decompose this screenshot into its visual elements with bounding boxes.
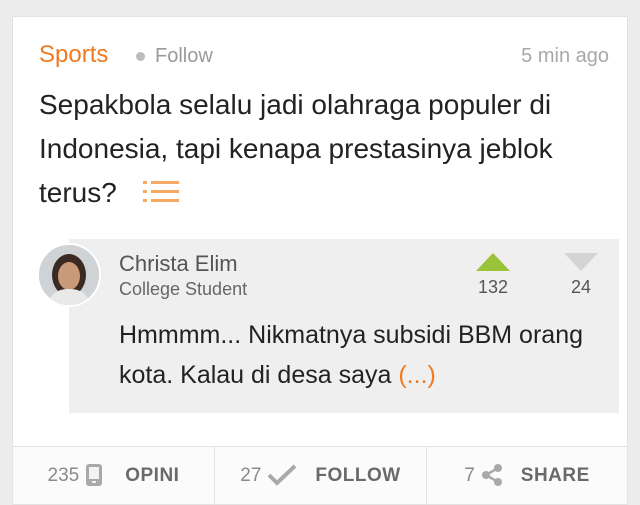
author-name[interactable]: Christa Elim <box>119 251 238 277</box>
upvote-count: 132 <box>477 277 509 297</box>
question-title[interactable]: Sepakbola selalu jadi olahraga populer d… <box>39 89 553 208</box>
phone-icon <box>85 463 107 489</box>
follow-category-link[interactable]: Follow <box>155 45 213 68</box>
checkmark-icon <box>267 463 297 489</box>
answer-preview[interactable]: Christa Elim College Student 132 24 Hmmm… <box>69 239 619 413</box>
downvote-count: 24 <box>570 277 592 297</box>
author-avatar[interactable] <box>37 243 101 307</box>
read-more-link[interactable]: (...) <box>398 361 436 389</box>
author-title: College Student <box>119 279 248 299</box>
follow-dot-icon <box>136 52 145 61</box>
post-time: 5 min ago <box>521 45 609 67</box>
upvote-button[interactable]: 132 <box>473 253 513 305</box>
downvote-arrow-icon <box>564 253 598 271</box>
question-card: Sports Follow 5 min ago Sepakbola selalu… <box>12 16 628 505</box>
category-link[interactable]: Sports <box>39 41 108 69</box>
follow-label: FOLLOW <box>315 465 401 486</box>
action-bar: 235 OPINI 27 FOLLOW 7 SHARE <box>13 446 627 505</box>
card-header: Sports Follow 5 min ago <box>39 41 609 71</box>
answer-excerpt: Hmmmm... Nikmatnya subsidi BBM orang kot… <box>119 315 599 395</box>
upvote-arrow-icon <box>476 253 510 271</box>
share-count: 7 <box>464 465 475 486</box>
question-headline[interactable]: Sepakbola selalu jadi olahraga populer d… <box>39 83 599 215</box>
opini-button[interactable]: 235 OPINI <box>13 447 214 505</box>
share-icon <box>481 463 503 489</box>
share-label: SHARE <box>520 465 590 486</box>
downvote-button[interactable]: 24 <box>561 253 601 305</box>
answer-excerpt-text: Hmmmm... Nikmatnya subsidi BBM orang kot… <box>119 321 584 389</box>
opini-count: 235 <box>47 465 80 486</box>
list-menu-icon[interactable] <box>142 180 179 204</box>
follow-count: 27 <box>240 465 262 486</box>
share-button[interactable]: 7 SHARE <box>426 447 627 505</box>
follow-button[interactable]: 27 FOLLOW <box>214 447 426 505</box>
opini-label: OPINI <box>125 465 180 486</box>
